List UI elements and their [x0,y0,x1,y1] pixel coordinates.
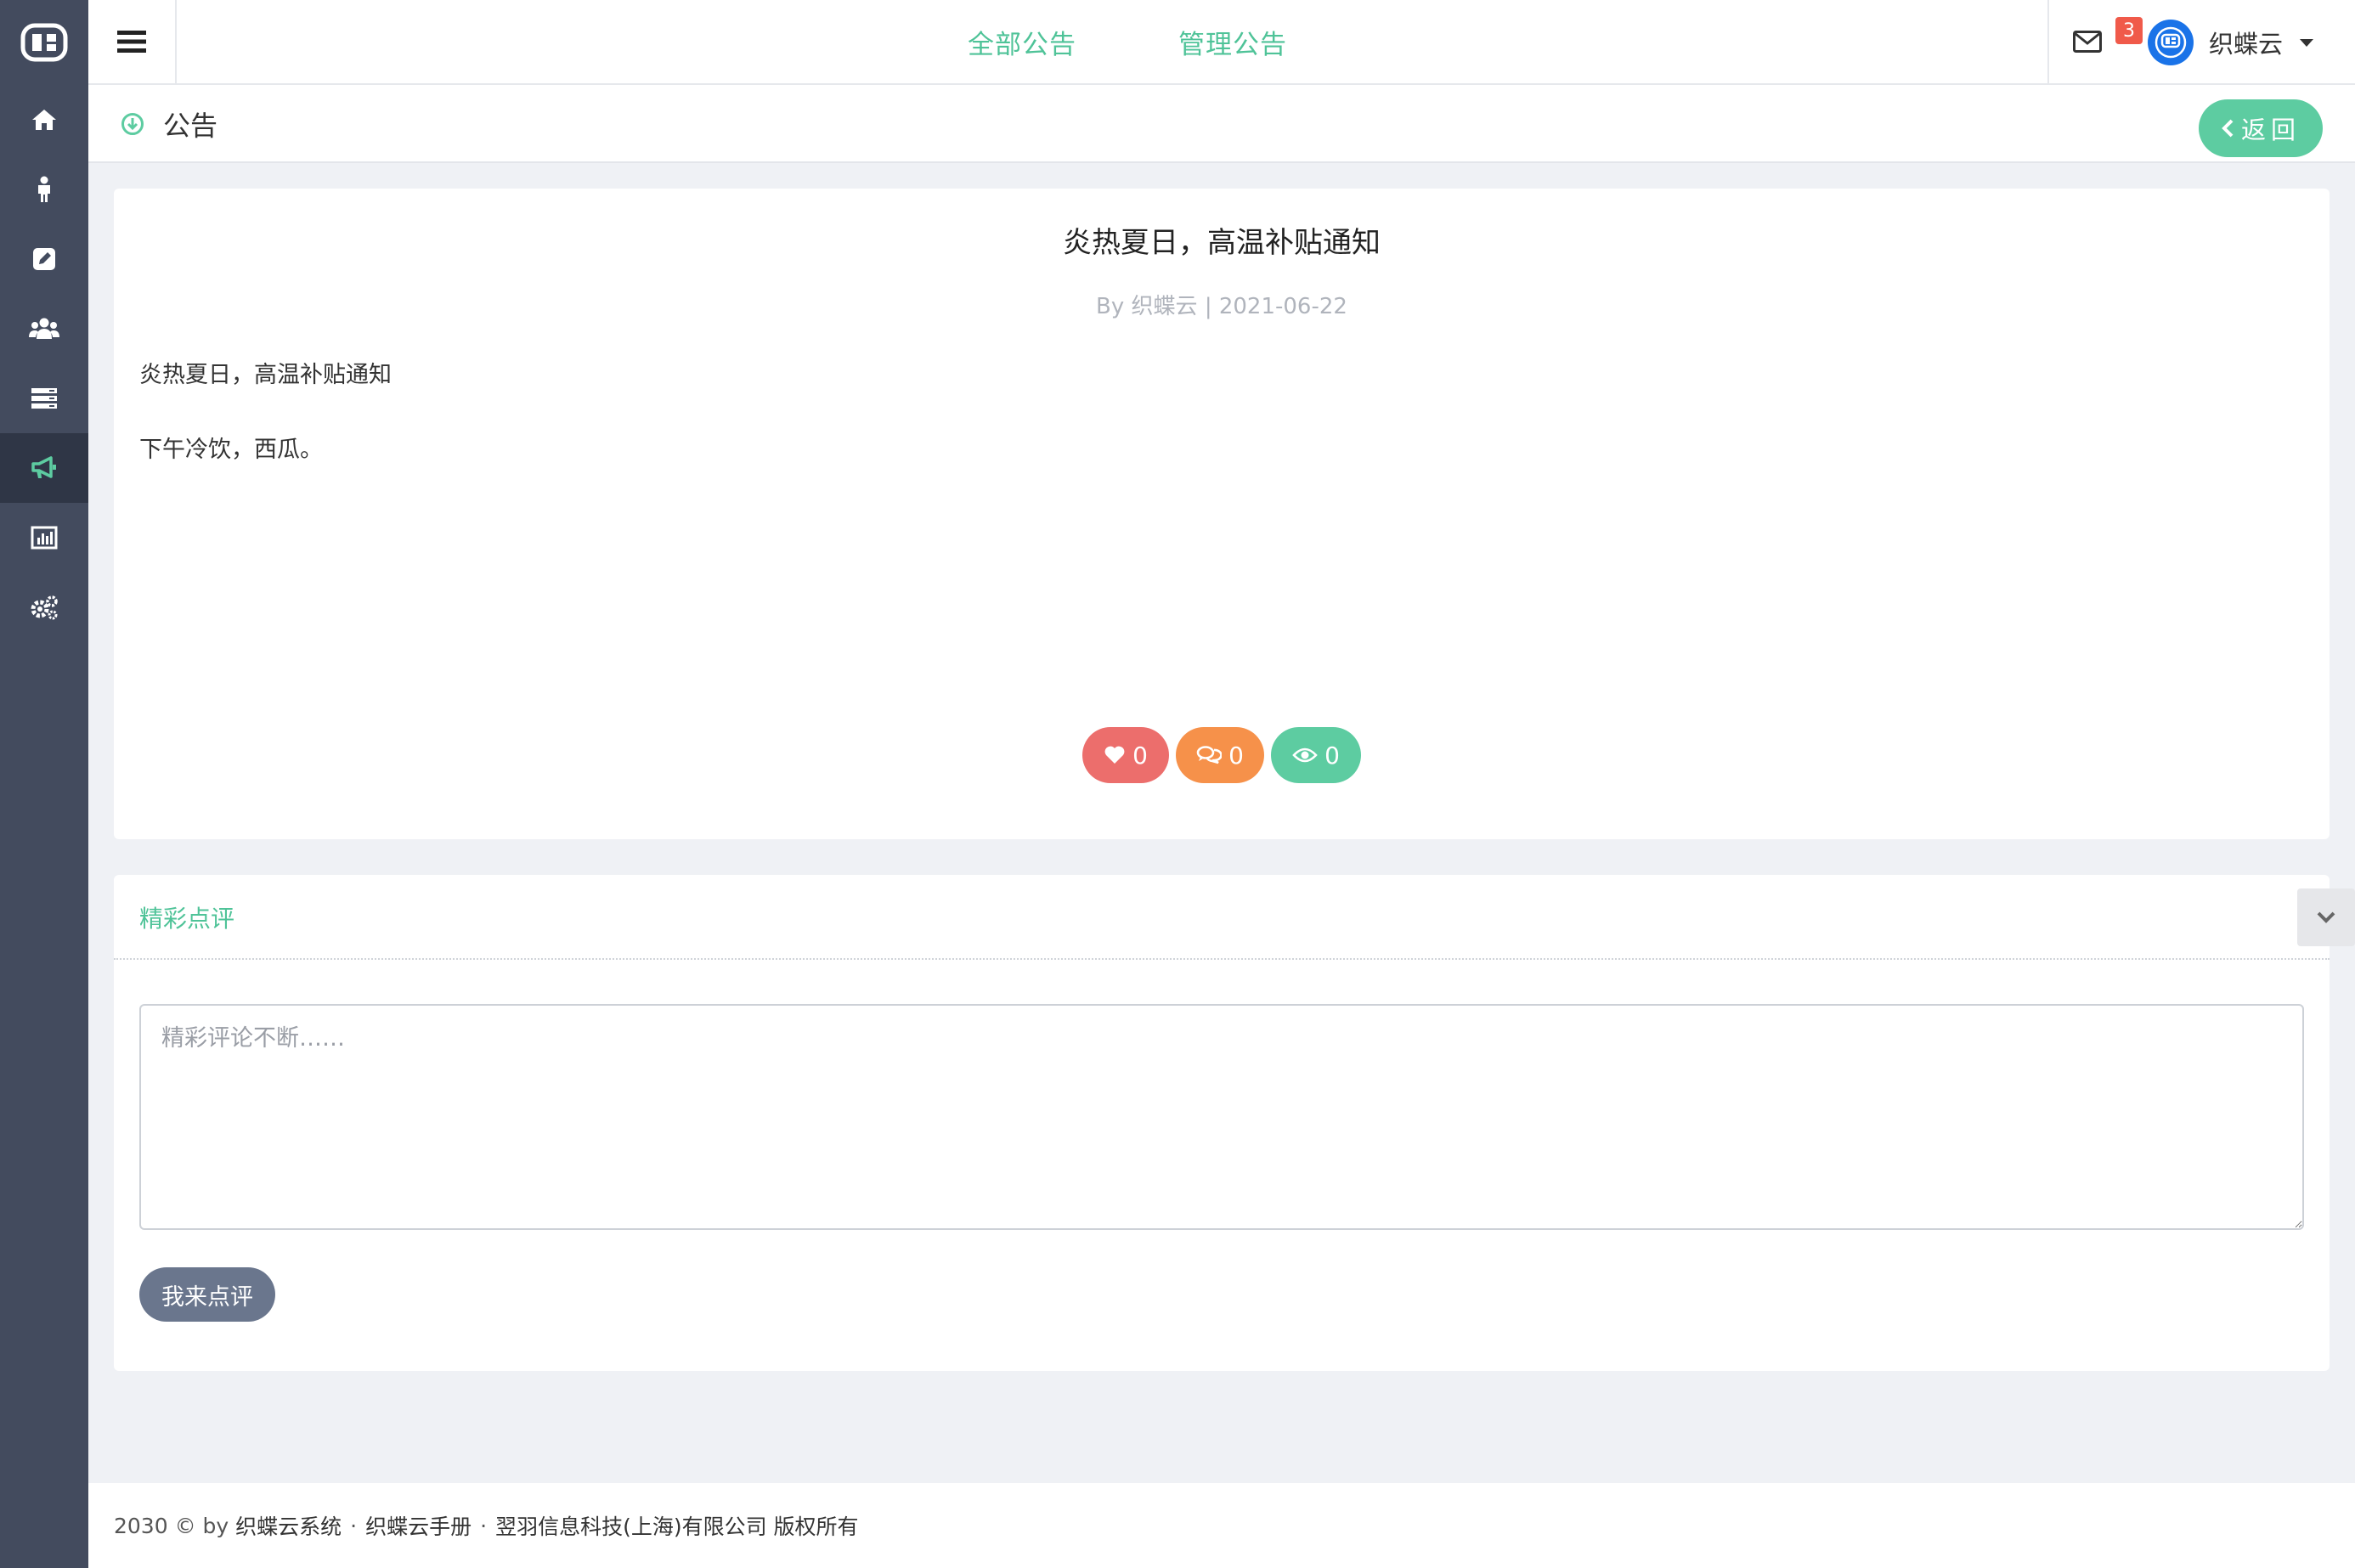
breadcrumb: 公告 [121,85,217,163]
stats-bar: 0 0 0 [114,727,2330,783]
group-icon [29,318,59,339]
sidebar-item-person[interactable] [0,155,88,224]
page-title: 公告 [163,110,218,142]
home-icon [32,110,56,130]
comment-textarea[interactable] [139,1004,2304,1230]
sidebar-item-announcement[interactable] [0,433,88,503]
person-icon [38,176,50,202]
menu-toggle-button[interactable] [88,0,177,83]
sidebar [0,0,88,1568]
caret-down-icon [2300,38,2314,47]
comments-section-title: 精彩点评 [139,905,235,933]
meta-separator: | [1204,294,1219,319]
footer-separator: · [350,1513,358,1538]
comments-panel: 精彩点评 我来点评 [114,875,2355,1371]
header-tabs: 全部公告 管理公告 [968,0,1389,83]
submit-comment-button[interactable]: 我来点评 [139,1267,275,1322]
footer-manual-link[interactable]: 织蝶云手册 [365,1510,472,1541]
list-icon [31,388,57,409]
comments-icon [1196,746,1223,764]
body-paragraph: 炎热夏日，高温补贴通知 [139,362,392,388]
chart-icon [31,526,58,550]
comment-count: 0 [1228,741,1244,770]
header-right: 3 织蝶云 [2047,0,2355,83]
announcement-title: 炎热夏日，高温补贴通知 [1063,226,1381,260]
heart-icon [1104,746,1125,764]
chevron-left-icon [2222,119,2234,138]
user-name: 织蝶云 [2209,30,2284,59]
hamburger-icon [117,31,146,53]
sidebar-item-settings[interactable] [0,572,88,642]
mail-icon [2073,31,2102,53]
gears-icon [31,595,58,620]
footer-company[interactable]: 翌羽信息科技(上海)有限公司 版权所有 [495,1510,858,1541]
announcement-meta: By 织蝶云 | 2021-06-22 [114,289,2330,320]
meta-prefix: By [1096,294,1125,319]
publish-date: 2021-06-22 [1218,294,1347,319]
collapse-button[interactable] [2297,888,2355,946]
sidebar-item-list[interactable] [0,364,88,433]
comments-header: 精彩点评 [114,875,2355,960]
user-menu[interactable]: 织蝶云 [2148,19,2314,66]
tab-manage-announcements[interactable]: 管理公告 [1178,23,1287,61]
sidebar-item-group[interactable] [0,294,88,364]
sidebar-item-edit[interactable] [0,224,88,294]
sidebar-item-home[interactable] [0,85,88,155]
like-button[interactable]: 0 [1082,727,1169,783]
announcement-body: 炎热夏日，高温补贴通知 下午冷饮，西瓜。 [139,357,392,506]
view-count: 0 [1324,741,1340,770]
tab-all-announcements[interactable]: 全部公告 [968,23,1076,61]
footer-copyright: 2030 © by [114,1513,229,1538]
avatar [2148,20,2194,65]
author-name: 织蝶云 [1131,294,1198,319]
eye-icon [1292,747,1318,763]
chevron-down-icon [2317,911,2335,923]
logo-icon[interactable] [0,0,88,85]
announcement-card: 炎热夏日，高温补贴通知 By 织蝶云 | 2021-06-22 炎热夏日，高温补… [114,189,2330,839]
sidebar-item-chart[interactable] [0,503,88,572]
back-button[interactable]: 返回 [2199,99,2323,157]
footer: 2030 © by 织蝶云系统 · 织蝶云手册 · 翌羽信息科技(上海)有限公司… [88,1483,2355,1568]
mail-button[interactable]: 3 [2073,17,2143,56]
breadcrumb-bar: 公告 返回 [88,85,2355,163]
megaphone-icon [31,456,56,478]
comment-count-button[interactable]: 0 [1176,727,1264,783]
footer-system-link[interactable]: 织蝶云系统 [235,1510,342,1541]
footer-separator: · [480,1513,488,1538]
view-count-button[interactable]: 0 [1271,727,1361,783]
body-paragraph: 下午冷饮，西瓜。 [139,437,323,463]
circle-arrow-down-icon [121,113,144,135]
edit-icon [33,248,55,270]
top-header: 全部公告 管理公告 3 织蝶云 [88,0,2355,85]
mail-count-badge: 3 [2115,17,2143,44]
back-label: 返回 [2240,116,2301,144]
like-count: 0 [1132,741,1148,770]
